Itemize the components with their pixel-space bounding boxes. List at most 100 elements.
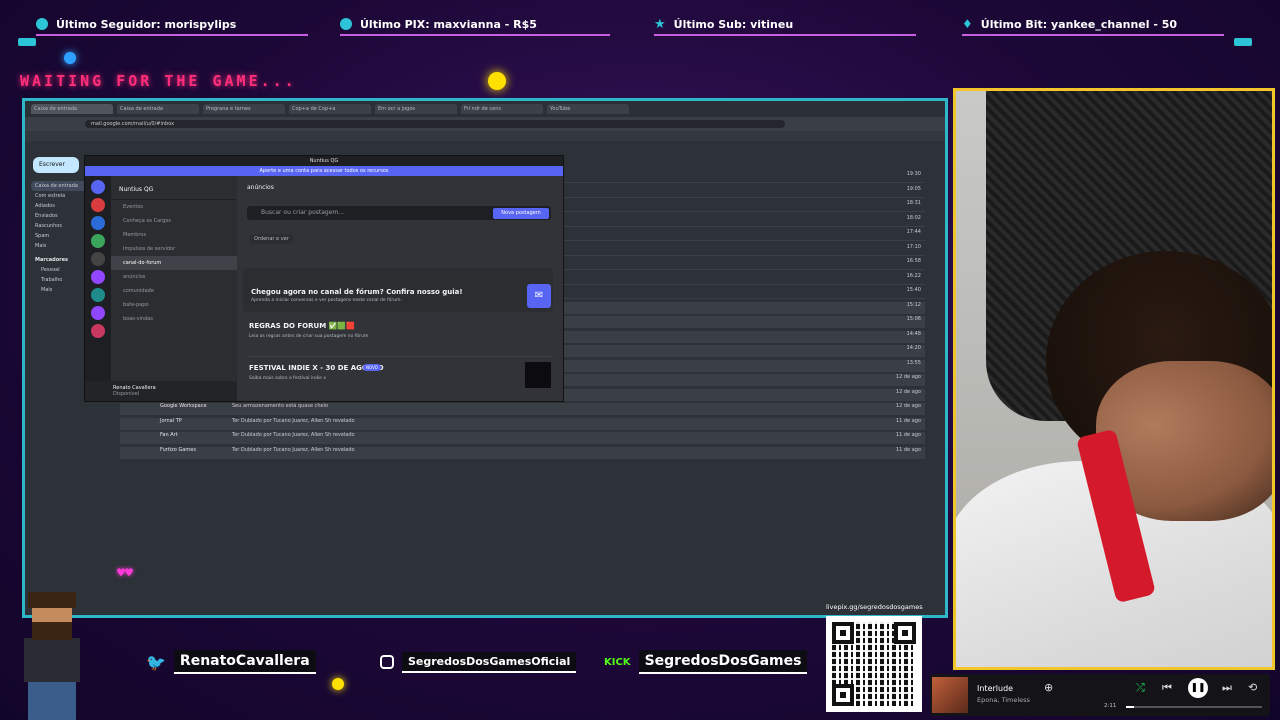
discord-home-icon[interactable] xyxy=(91,180,105,194)
channel-item[interactable]: boas-vindas xyxy=(111,312,237,326)
server-icon[interactable] xyxy=(91,216,105,230)
instagram-handle: SegredosDosGamesOficial xyxy=(402,651,577,673)
mail-date: 16:22 xyxy=(906,272,921,279)
server-icon[interactable] xyxy=(91,306,105,320)
gmail-label-item[interactable]: Pessoal xyxy=(31,263,89,273)
post-title[interactable]: REGRAS DO FORUM ✅🟩🟥 xyxy=(249,322,355,330)
new-post-button[interactable]: Nova postagem xyxy=(493,208,549,219)
album-art xyxy=(932,677,968,713)
previous-icon[interactable]: ⏮ xyxy=(1162,681,1172,695)
song-title: Interlude xyxy=(977,684,1014,693)
alert-pix: Último PIX: maxvianna - R$5 xyxy=(340,14,610,36)
gmail-nav-item[interactable]: Caixa de entrada xyxy=(31,181,89,191)
pixel-avatar-body xyxy=(24,638,80,682)
server-icon[interactable] xyxy=(91,288,105,302)
notice-subtitle: Aprenda a iniciar conversas e ver postag… xyxy=(251,298,402,303)
mail-row[interactable]: Fan Art Ter Dublado por Tucano Juarez, Al… xyxy=(120,432,925,444)
next-icon[interactable]: ⏭ xyxy=(1222,681,1232,695)
mail-date: 18:02 xyxy=(906,214,921,221)
mail-date: 13:55 xyxy=(906,359,921,366)
gmail-nav-item[interactable]: Com estrela xyxy=(31,191,89,201)
twitter-handle: RenatoCavallera xyxy=(173,650,316,674)
progress-bar[interactable] xyxy=(1126,706,1262,708)
repeat-icon[interactable]: ⟲ xyxy=(1248,681,1257,694)
browser-tab[interactable]: Cop+a de Cop+a xyxy=(289,104,371,114)
bookmarks-bar xyxy=(25,131,945,141)
mail-date: 12 de ago xyxy=(895,374,921,380)
channel-item[interactable]: Conheça os Cargos xyxy=(111,214,237,228)
channel-item-selected[interactable]: canal-do-forum xyxy=(111,256,237,270)
instagram-icon xyxy=(380,655,394,669)
social-kick: KICK SegredosDosGames xyxy=(604,648,808,676)
browser-tab[interactable]: Prograna e tarnes xyxy=(203,104,285,114)
qr-finder xyxy=(894,622,916,644)
address-bar[interactable]: mail.google.com/mail/u/0/#inbox xyxy=(85,120,785,128)
mail-row[interactable]: Google Workspace Seu armazenamento está q… xyxy=(120,403,925,415)
server-icon[interactable] xyxy=(91,252,105,266)
progress-fill xyxy=(1126,706,1135,708)
channel-item[interactable]: comunidade xyxy=(111,284,237,298)
channel-item[interactable]: Eventos xyxy=(111,200,237,214)
browser-tab[interactable]: Fri ndr de cens xyxy=(461,104,543,114)
music-player: Interlude Epona, Timeless ⊕ ⤮ ⏮ ❚❚ ⏭ ⟲ 2… xyxy=(930,674,1270,716)
mail-subject: Seu armazenamento está quase cheio xyxy=(232,403,329,409)
mail-date: 19:30 xyxy=(906,171,921,177)
frame-corner xyxy=(1234,38,1252,46)
notice-title: Chegou agora no canal de fórum? Confira … xyxy=(251,288,463,296)
gmail-label-item[interactable]: Trabalho xyxy=(31,273,89,283)
browser-tab[interactable]: Em ocr a jogos xyxy=(375,104,457,114)
discord-banner[interactable]: Aperte e uma conta para acessar todos os… xyxy=(85,166,563,176)
shuffle-icon[interactable]: ⤮ xyxy=(1136,681,1145,695)
mail-date: 15:12 xyxy=(906,301,921,308)
discord-server-name[interactable]: Nuntius QG xyxy=(111,176,237,200)
mail-date: 12 de ago xyxy=(895,388,921,395)
mail-row[interactable]: Furtizo Games Ter Dublado por Tucano Juar… xyxy=(120,446,925,459)
pixel-avatar-legs xyxy=(28,682,76,720)
server-icon[interactable] xyxy=(91,270,105,284)
pause-button[interactable]: ❚❚ xyxy=(1188,678,1208,698)
dollar-icon xyxy=(340,18,352,30)
browser-tab[interactable]: Caixa de entrada xyxy=(31,104,113,114)
mail-date: 17:44 xyxy=(906,229,921,235)
mail-sender: Fan Art xyxy=(160,432,178,438)
discord-user-status: Disponível xyxy=(113,391,140,397)
social-instagram: SegredosDosGamesOficial xyxy=(380,648,577,676)
gmail-nav-item[interactable]: Spam xyxy=(31,231,89,241)
server-icon[interactable] xyxy=(91,234,105,248)
gmail-nav-item[interactable]: Adiados xyxy=(31,201,89,211)
gmail-nav-item[interactable]: Rascunhos xyxy=(31,221,89,231)
browser-tab[interactable]: YouTube xyxy=(547,104,629,114)
post-preview: Leia as regras antes de criar sua postag… xyxy=(249,334,369,339)
mail-sender: Google Workspace xyxy=(160,403,207,409)
server-icon[interactable] xyxy=(91,324,105,338)
sort-button[interactable]: Ordenar e ver xyxy=(249,234,294,244)
chat-bubble-icon: ✉ xyxy=(527,284,551,308)
channel-item[interactable]: bate-papo xyxy=(111,298,237,312)
mail-date: 11 de ago xyxy=(895,446,921,453)
post-tag: NOVO xyxy=(363,364,381,371)
gmail-label-item[interactable]: Mais xyxy=(31,283,89,293)
forum-guide-notice: Chegou agora no canal de fórum? Confira … xyxy=(243,268,553,312)
alert-pix-text: Último PIX: maxvianna - R$5 xyxy=(360,17,537,31)
discord-window: Nuntius QG Aperte e uma conta para acess… xyxy=(84,155,564,402)
compose-button[interactable]: Escrever xyxy=(33,157,79,173)
mail-sender: Jornal TP xyxy=(160,417,182,424)
add-icon[interactable]: ⊕ xyxy=(1044,681,1053,694)
gmail-nav-item[interactable]: Mais xyxy=(31,241,89,251)
mail-row[interactable]: Jornal TP Ter Dublado por Tucano Juarez, … xyxy=(120,417,925,430)
channel-item[interactable]: Membros xyxy=(111,228,237,242)
gmail-nav-item[interactable]: Enviados xyxy=(31,211,89,221)
server-icon[interactable] xyxy=(91,198,105,212)
social-twitter: 🐦 RenatoCavallera xyxy=(146,648,316,676)
channel-item[interactable]: Impulsos de servidor xyxy=(111,242,237,256)
post-divider xyxy=(247,356,553,357)
star-icon: ★ xyxy=(654,16,666,32)
browser-tab[interactable]: Caixa de entrada xyxy=(117,104,199,114)
alert-sub-text: Último Sub: vitineu xyxy=(673,17,794,31)
mail-subject: Ter Dublado por Tucano Juarez, Allen Sh … xyxy=(232,446,355,453)
donation-qr-code[interactable] xyxy=(826,616,922,712)
mail-date: 15:40 xyxy=(906,287,921,293)
pixel-avatar-beard xyxy=(32,622,72,640)
glow-dot-blue xyxy=(64,52,76,64)
channel-item[interactable]: anúncios xyxy=(111,270,237,284)
